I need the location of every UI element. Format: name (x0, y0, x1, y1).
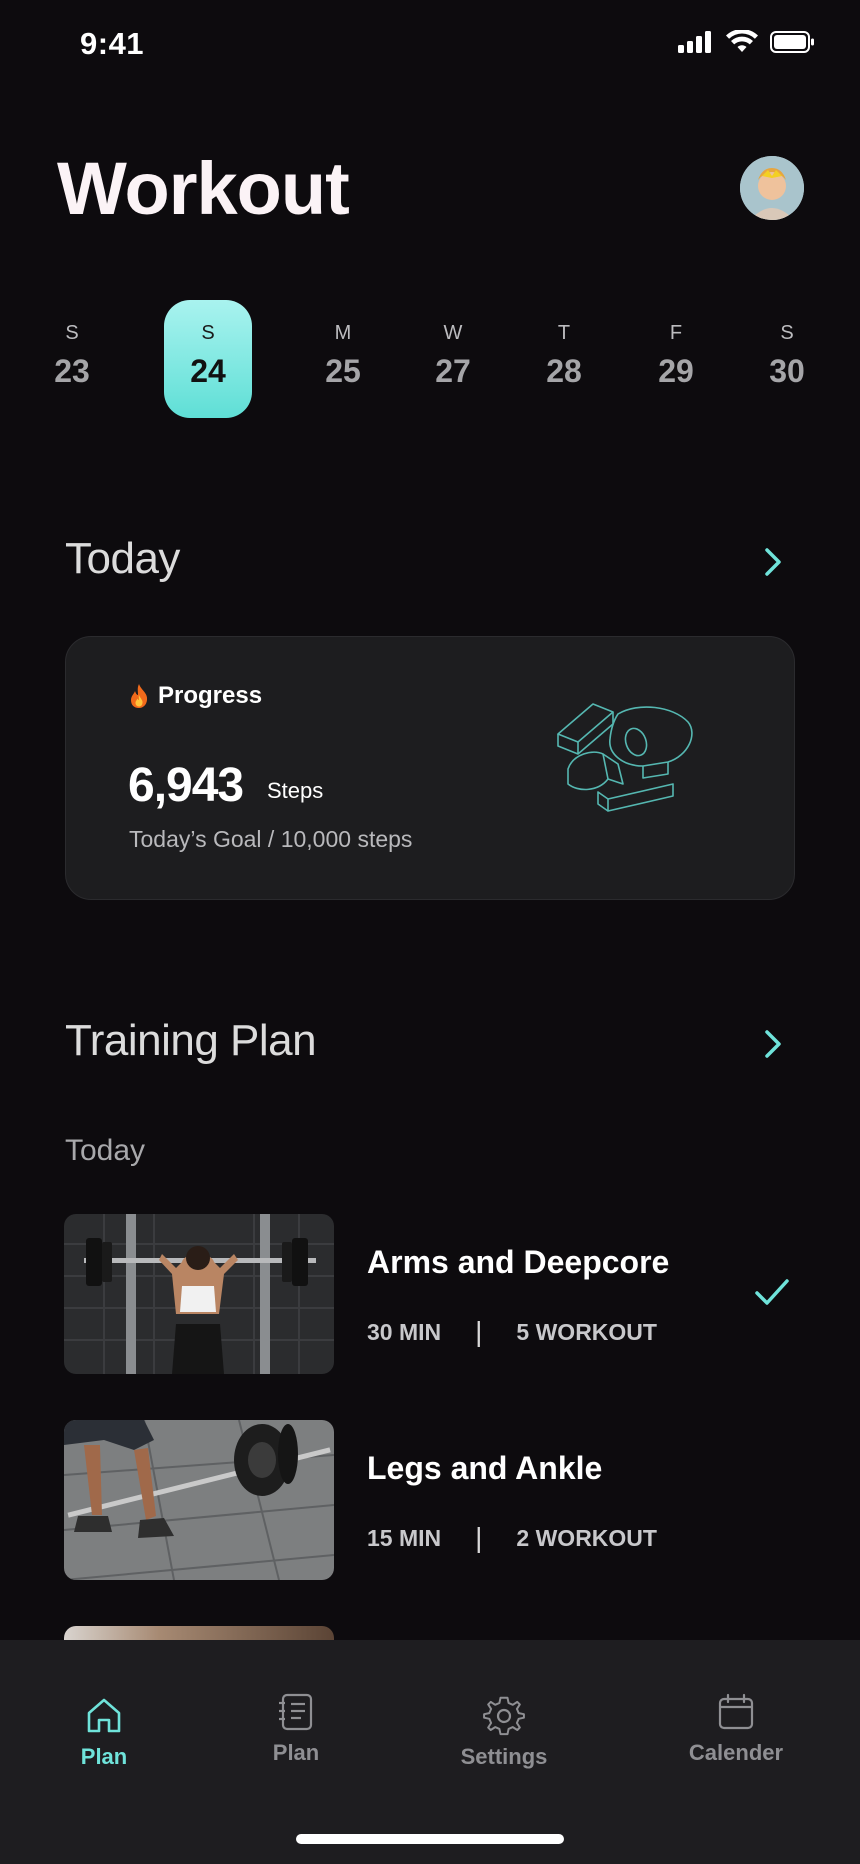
calendar-day[interactable]: T 28 (520, 300, 608, 418)
day-number: 27 (435, 353, 471, 389)
day-of-week: M (334, 322, 352, 344)
tab-settings[interactable]: Settings (424, 1694, 584, 1770)
workout-title: Arms and Deepcore (367, 1244, 670, 1280)
day-of-week: S (780, 322, 794, 344)
day-of-week: W (443, 322, 463, 344)
tab-plan-home[interactable]: Plan (24, 1694, 184, 1770)
day-number: 23 (54, 353, 90, 389)
day-of-week: S (65, 322, 79, 344)
wifi-icon (726, 30, 758, 52)
workout-title: Legs and Ankle (367, 1450, 603, 1486)
day-number: 28 (546, 353, 582, 389)
day-number: 25 (325, 353, 361, 389)
workout-duration: 30 MIN (367, 1318, 442, 1345)
home-icon (87, 1698, 121, 1733)
meta-separator: | (475, 1522, 483, 1553)
training-subheading: Today (65, 1134, 146, 1167)
day-number: 29 (658, 353, 694, 389)
checkmark-icon (755, 1279, 789, 1305)
calendar-day[interactable]: M 25 (299, 300, 387, 418)
steps-unit: Steps (267, 778, 324, 803)
progress-label-text: Progress (158, 682, 263, 709)
gear-icon (483, 1696, 525, 1736)
tab-label: Plan (80, 1744, 128, 1769)
progress-label: Progress (128, 682, 262, 710)
avatar[interactable] (740, 156, 804, 220)
deadlift-photo-image (64, 1420, 334, 1580)
today-section-title: Today (65, 534, 180, 583)
home-indicator[interactable] (296, 1834, 564, 1844)
abstract-3d-shape-illustration (557, 703, 693, 812)
workout-thumbnail-arms[interactable] (64, 1214, 334, 1374)
tab-label: Calender (688, 1740, 784, 1765)
workout-duration: 15 MIN (367, 1524, 442, 1551)
tab-label: Plan (272, 1740, 320, 1765)
calendar-icon (718, 1693, 754, 1730)
battery-icon (770, 31, 814, 53)
tab-calendar[interactable]: Calender (656, 1690, 816, 1766)
calendar-day[interactable]: F 29 (632, 300, 720, 418)
chevron-right-icon[interactable] (758, 545, 788, 579)
status-time: 9:41 (80, 26, 145, 61)
cellular-signal-icon (678, 31, 711, 53)
calendar-day[interactable]: S 30 (743, 300, 831, 418)
day-number: 24 (190, 353, 226, 389)
day-of-week: T (557, 322, 571, 344)
workout-meta: 15 MIN | 2 WORKOUT (367, 1522, 657, 1554)
goal-text: Today’s Goal / 10,000 steps (129, 826, 413, 852)
training-plan-title: Training Plan (65, 1016, 317, 1065)
day-of-week: S (201, 322, 215, 344)
workout-count: 2 WORKOUT (516, 1524, 657, 1551)
tab-plan-notebook[interactable]: Plan (216, 1690, 376, 1766)
page-title: Workout (57, 147, 350, 230)
meta-separator: | (475, 1316, 483, 1347)
fire-icon (131, 684, 148, 708)
workout-count: 5 WORKOUT (516, 1318, 657, 1345)
notebook-icon (279, 1693, 313, 1731)
day-of-week: F (669, 322, 683, 344)
steps-value: 6,943 (128, 759, 244, 812)
status-icons (678, 30, 816, 54)
calendar-day[interactable]: S 23 (28, 300, 116, 418)
workout-meta: 30 MIN | 5 WORKOUT (367, 1316, 657, 1348)
calendar-day[interactable]: W 27 (409, 300, 497, 418)
workout-thumbnail-legs[interactable] (64, 1420, 334, 1580)
tab-label: Settings (460, 1744, 548, 1769)
avatar-image (740, 156, 804, 220)
calendar-day-selected[interactable]: S 24 (164, 300, 252, 418)
gym-photo-image (64, 1214, 334, 1374)
day-number: 30 (769, 353, 805, 389)
chevron-right-icon[interactable] (758, 1027, 788, 1061)
